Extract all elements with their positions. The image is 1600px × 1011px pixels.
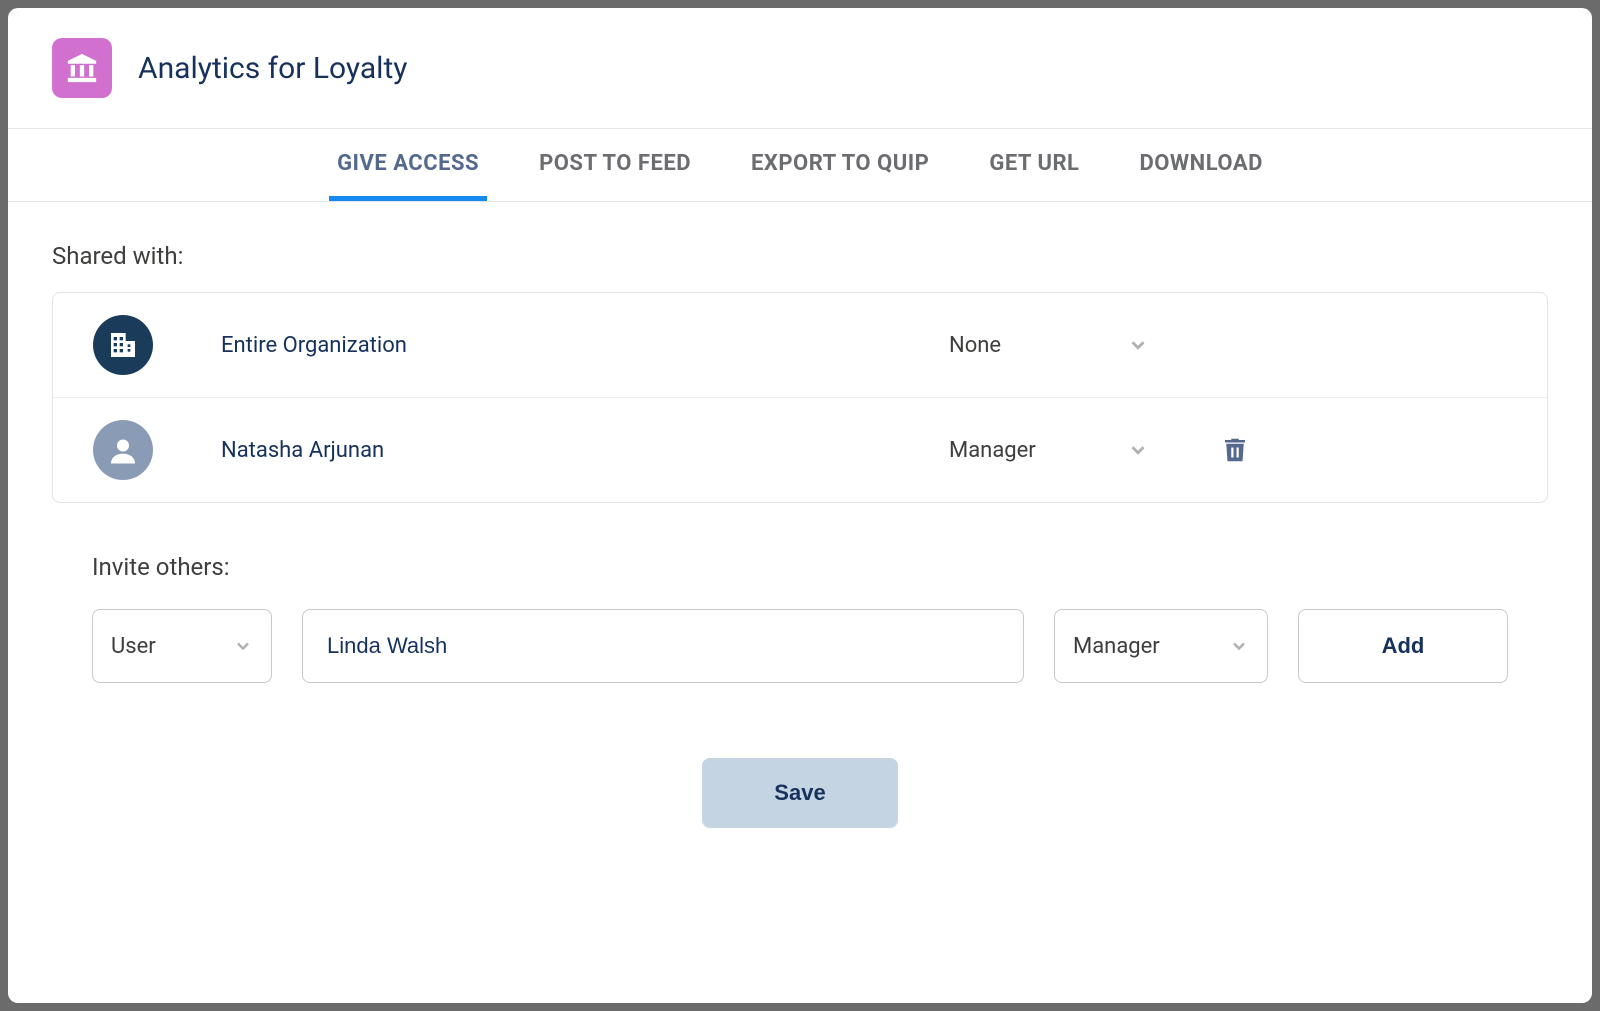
save-button[interactable]: Save xyxy=(702,758,897,828)
role-dropdown-toggle[interactable] xyxy=(1127,334,1167,356)
invite-type-select[interactable]: User xyxy=(92,609,272,683)
invite-type-value: User xyxy=(111,634,156,659)
shared-row-role: None xyxy=(949,333,1099,358)
tab-bar: GIVE ACCESS POST TO FEED EXPORT TO QUIP … xyxy=(8,129,1592,202)
shared-with-list: Entire Organization None Natasha Arjunan xyxy=(52,292,1548,503)
shared-row-name: Entire Organization xyxy=(221,333,921,358)
chevron-down-icon xyxy=(1127,439,1149,461)
shared-row-org: Entire Organization None xyxy=(53,293,1547,398)
tab-download[interactable]: DOWNLOAD xyxy=(1131,129,1270,201)
chevron-down-icon xyxy=(1229,636,1249,656)
shared-row-role: Manager xyxy=(949,438,1099,463)
dialog-title: Analytics for Loyalty xyxy=(138,51,407,86)
invite-label: Invite others: xyxy=(92,553,1508,581)
shared-row-name: Natasha Arjunan xyxy=(221,438,921,463)
tab-export-to-quip[interactable]: EXPORT TO QUIP xyxy=(743,129,937,201)
invite-role-select[interactable]: Manager xyxy=(1054,609,1268,683)
role-dropdown-toggle[interactable] xyxy=(1127,439,1167,461)
share-dialog: Analytics for Loyalty GIVE ACCESS POST T… xyxy=(8,8,1592,1003)
delete-share-button[interactable] xyxy=(1220,434,1250,466)
trash-icon xyxy=(1220,434,1250,466)
dialog-body: Shared with: Entire O xyxy=(8,202,1592,1003)
save-row: Save xyxy=(52,758,1548,828)
dialog-header: Analytics for Loyalty xyxy=(8,8,1592,129)
shared-with-label: Shared with: xyxy=(52,242,1548,270)
tab-post-to-feed[interactable]: POST TO FEED xyxy=(531,129,699,201)
chevron-down-icon xyxy=(233,636,253,656)
chevron-down-icon xyxy=(1127,334,1149,356)
person-icon xyxy=(105,432,141,468)
analytics-app-icon xyxy=(52,38,112,98)
tab-get-url[interactable]: GET URL xyxy=(981,129,1087,201)
tab-give-access[interactable]: GIVE ACCESS xyxy=(329,129,487,201)
invite-row: User Manager Add xyxy=(92,609,1508,683)
row-actions xyxy=(1195,434,1275,466)
institution-icon xyxy=(65,51,99,85)
add-button[interactable]: Add xyxy=(1298,609,1508,683)
building-icon xyxy=(107,328,139,362)
invite-role-value: Manager xyxy=(1073,634,1160,659)
invite-section: Invite others: User Manager Add xyxy=(52,553,1548,683)
invite-name-input[interactable] xyxy=(302,609,1024,683)
org-avatar xyxy=(93,315,153,375)
shared-row-user: Natasha Arjunan Manager xyxy=(53,398,1547,502)
user-avatar xyxy=(93,420,153,480)
